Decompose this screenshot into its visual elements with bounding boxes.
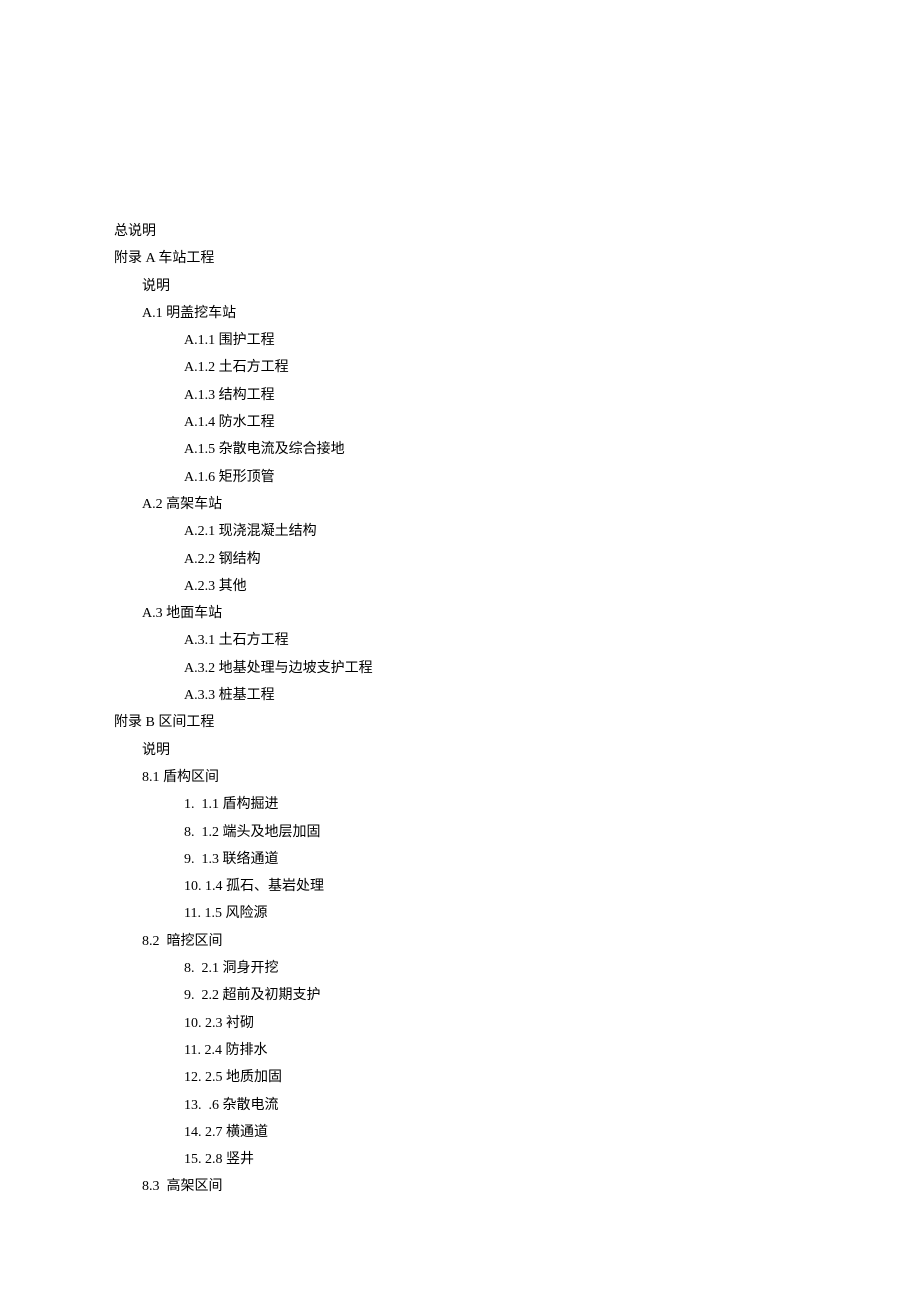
toc-line: A.2 高架车站	[114, 491, 806, 518]
toc-line: 说明	[114, 273, 806, 300]
toc-line: 附录 A 车站工程	[114, 245, 806, 272]
toc-line: 9. 2.2 超前及初期支护	[114, 982, 806, 1009]
toc-line: 8. 2.1 洞身开挖	[114, 955, 806, 982]
toc-line: 13. .6 杂散电流	[114, 1092, 806, 1119]
toc-line: 10. 1.4 孤石、基岩处理	[114, 873, 806, 900]
toc-line: A.1.3 结构工程	[114, 382, 806, 409]
toc-line: A.1 明盖挖车站	[114, 300, 806, 327]
toc-line: A.1.4 防水工程	[114, 409, 806, 436]
toc-line: A.1.6 矩形顶管	[114, 464, 806, 491]
toc-line: A.3.3 桩基工程	[114, 682, 806, 709]
toc-line: 8.2 暗挖区间	[114, 928, 806, 955]
toc-line: A.3 地面车站	[114, 600, 806, 627]
toc-line: 11. 2.4 防排水	[114, 1037, 806, 1064]
toc-line: 12. 2.5 地质加固	[114, 1064, 806, 1091]
toc-line: 9. 1.3 联络通道	[114, 846, 806, 873]
toc-content: 总说明附录 A 车站工程说明A.1 明盖挖车站A.1.1 围护工程A.1.2 土…	[114, 218, 806, 1201]
toc-line: A.1.1 围护工程	[114, 327, 806, 354]
toc-line: 总说明	[114, 218, 806, 245]
toc-line: 说明	[114, 737, 806, 764]
toc-line: A.3.1 土石方工程	[114, 627, 806, 654]
toc-line: A.2.3 其他	[114, 573, 806, 600]
document-page: 总说明附录 A 车站工程说明A.1 明盖挖车站A.1.1 围护工程A.1.2 土…	[0, 0, 920, 1301]
toc-line: 8.3 高架区间	[114, 1173, 806, 1200]
toc-line: 14. 2.7 横通道	[114, 1119, 806, 1146]
toc-line: 8. 1.2 端头及地层加固	[114, 819, 806, 846]
toc-line: 附录 B 区间工程	[114, 709, 806, 736]
toc-line: A.1.2 土石方工程	[114, 354, 806, 381]
toc-line: 15. 2.8 竖井	[114, 1146, 806, 1173]
toc-line: A.1.5 杂散电流及综合接地	[114, 436, 806, 463]
toc-line: A.2.2 钢结构	[114, 546, 806, 573]
toc-line: A.3.2 地基处理与边坡支护工程	[114, 655, 806, 682]
toc-line: 10. 2.3 衬砌	[114, 1010, 806, 1037]
toc-line: 1. 1.1 盾构掘进	[114, 791, 806, 818]
toc-line: 11. 1.5 风险源	[114, 900, 806, 927]
toc-line: A.2.1 现浇混凝土结构	[114, 518, 806, 545]
toc-line: 8.1 盾构区间	[114, 764, 806, 791]
